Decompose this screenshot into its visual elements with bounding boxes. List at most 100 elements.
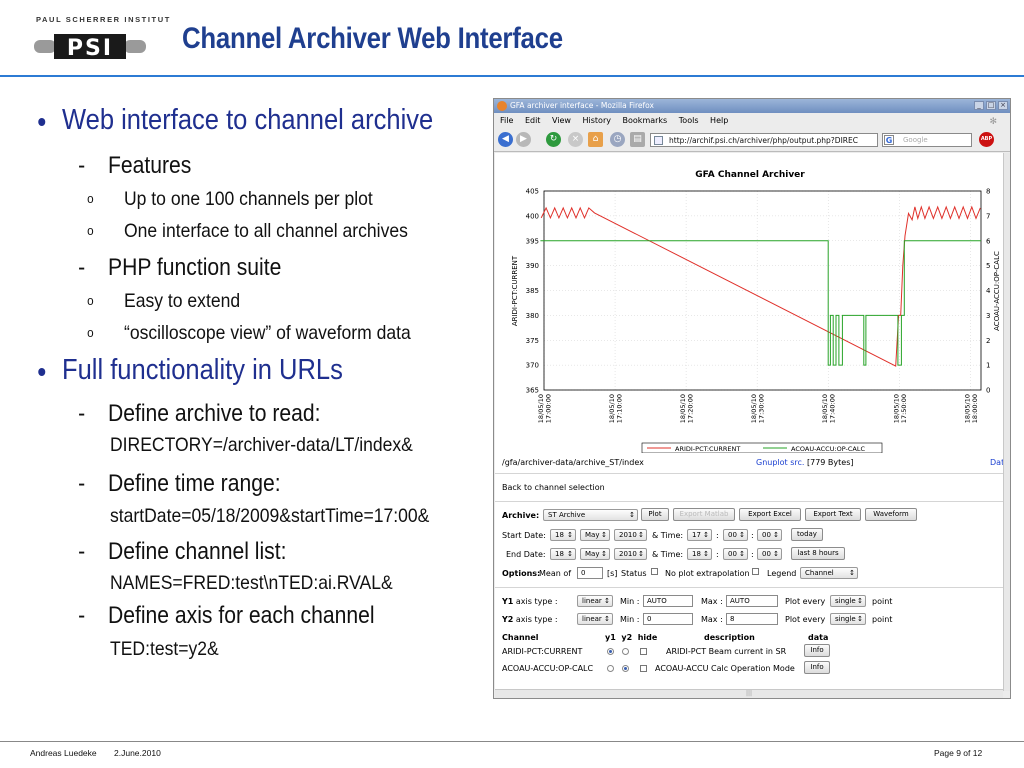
last-8-hours-button[interactable]: last 8 hours xyxy=(791,547,845,560)
y1-radio[interactable] xyxy=(607,665,614,672)
y2-min-input[interactable]: 0 xyxy=(643,613,693,625)
x-tick-time: 18:00:00 xyxy=(971,394,979,423)
end-second-select[interactable]: 00 xyxy=(757,548,782,560)
y1-tick-label: 405 xyxy=(526,188,539,196)
start-hour-select[interactable]: 17 xyxy=(687,529,712,541)
horizontal-scrollbar[interactable]: ||| xyxy=(495,689,1003,698)
end-minute-select[interactable]: 00 xyxy=(723,548,748,560)
forward-icon[interactable]: ▶ xyxy=(516,132,531,147)
mean-of-label: Mean of xyxy=(539,569,572,578)
today-button[interactable]: today xyxy=(791,528,823,541)
url-bar[interactable]: http://archif.psi.ch/archiver/php/output… xyxy=(650,133,878,147)
x-tick-label: 18/05/10 17:20:00 xyxy=(679,394,695,423)
y2-plot-every-select[interactable]: single xyxy=(830,613,866,625)
y1-min-input[interactable]: AUTO xyxy=(643,595,693,607)
channel-description: ARIDI-PCT Beam current in SR xyxy=(666,647,787,656)
start-second-select[interactable]: 00 xyxy=(757,529,782,541)
bullet-text: “oscilloscope view” of waveform data xyxy=(124,322,411,344)
menu-file[interactable]: File xyxy=(500,116,513,125)
legend-select[interactable]: Channel xyxy=(800,567,858,579)
export-matlab-button[interactable]: Export Matlab xyxy=(673,508,735,521)
y2-tick-label: 7 xyxy=(986,212,990,220)
archive-select[interactable]: ST Archive xyxy=(543,509,638,521)
footer-date: 2.June.2010 xyxy=(114,748,161,758)
status-checkbox[interactable] xyxy=(651,568,658,575)
sub-bullet-archive: - Define archive to read: xyxy=(78,400,320,428)
y1-tick-label: 375 xyxy=(526,337,539,345)
start-minute-select[interactable]: 00 xyxy=(723,529,748,541)
y2-tick-label: 3 xyxy=(986,312,990,320)
menu-tools[interactable]: Tools xyxy=(679,116,699,125)
start-day-select[interactable]: 18 xyxy=(550,529,576,541)
maximize-icon[interactable]: □ xyxy=(986,101,996,110)
chart-title: GFA Channel Archiver xyxy=(695,170,805,180)
y2-tick-label: 8 xyxy=(986,188,990,196)
menu-edit[interactable]: Edit xyxy=(525,116,541,125)
y2-radio[interactable] xyxy=(622,648,629,655)
y1-axis-ticks: 365 370 375 380 385 390 395 400 405 xyxy=(526,188,539,395)
y1-tick-label: 385 xyxy=(526,287,539,295)
y1-tick-label: 365 xyxy=(526,387,539,395)
y1-tick-label: 390 xyxy=(526,262,539,270)
bullet-text: Define axis for each channel xyxy=(108,602,375,629)
back-to-channel-selection-link[interactable]: Back to channel selection xyxy=(502,483,605,492)
waveform-button[interactable]: Waveform xyxy=(865,508,917,521)
menu-view[interactable]: View xyxy=(552,116,571,125)
end-day-select[interactable]: 18 xyxy=(550,548,576,560)
bullet-text: One interface to all channel archives xyxy=(124,220,408,242)
y1-radio[interactable] xyxy=(607,648,614,655)
x-tick-label: 18/05/10 17:50:00 xyxy=(892,394,908,423)
menu-help[interactable]: Help xyxy=(710,116,728,125)
minimize-icon[interactable]: _ xyxy=(974,101,984,110)
item-one-interface: o One interface to all channel archives xyxy=(87,220,408,243)
start-year-select[interactable]: 2010 xyxy=(614,529,647,541)
dash-marker: - xyxy=(78,470,86,497)
y1-axis-type-select[interactable]: linear xyxy=(577,595,613,607)
search-box[interactable]: G Google xyxy=(882,133,972,147)
y2-max-input[interactable]: 8 xyxy=(726,613,778,625)
history-icon[interactable]: ◷ xyxy=(610,132,625,147)
web-page-content: GFA Channel Archiver 365 370 375 380 385 390 3… xyxy=(495,153,1003,691)
y2-axis-type-select[interactable]: linear xyxy=(577,613,613,625)
mean-input[interactable]: 0 xyxy=(577,567,603,579)
home-icon[interactable]: ⌂ xyxy=(588,132,603,147)
start-time-label: & Time: xyxy=(652,531,684,540)
hide-checkbox[interactable] xyxy=(640,648,647,655)
hide-checkbox[interactable] xyxy=(640,665,647,672)
y2-radio[interactable] xyxy=(622,665,629,672)
info-button[interactable]: Info xyxy=(804,644,830,657)
url-text: http://archif.psi.ch/archiver/php/output… xyxy=(669,136,858,145)
bullet-text: Define time range: xyxy=(108,470,281,497)
legend-current: ARIDI-PCT:CURRENT xyxy=(675,445,740,453)
y2-axis-type-label: Y2 axis type : xyxy=(502,615,558,624)
start-month-select[interactable]: May xyxy=(580,529,610,541)
menu-bookmarks[interactable]: Bookmarks xyxy=(623,116,668,125)
menu-history[interactable]: History xyxy=(583,116,611,125)
reload-icon[interactable]: ↻ xyxy=(546,132,561,147)
code-axis: TED:test=y2& xyxy=(110,638,219,660)
y1-max-input[interactable]: AUTO xyxy=(726,595,778,607)
y2-min-label: Min : xyxy=(620,615,640,624)
vertical-scrollbar[interactable] xyxy=(1003,153,1010,691)
info-button[interactable]: Info xyxy=(804,661,830,674)
end-year-select[interactable]: 2010 xyxy=(614,548,647,560)
close-icon[interactable]: × xyxy=(998,101,1008,110)
no-extrapolation-checkbox[interactable] xyxy=(752,568,759,575)
plot-button[interactable]: Plot xyxy=(641,508,669,521)
gnuplot-source-link[interactable]: Gnuplot src. xyxy=(756,458,804,467)
export-excel-button[interactable]: Export Excel xyxy=(739,508,801,521)
x-tick-label: 18/05/10 18:00:00 xyxy=(963,394,979,423)
y1-plot-every-select[interactable]: single xyxy=(830,595,866,607)
channel-description: ACOAU-ACCU Calc Operation Mode xyxy=(655,664,795,673)
end-month-select[interactable]: May xyxy=(580,548,610,560)
y1-tick-label: 395 xyxy=(526,237,539,245)
print-icon[interactable]: ▤ xyxy=(630,132,645,147)
stop-icon[interactable]: × xyxy=(568,132,583,147)
firefox-window: GFA archiver interface - Mozilla Firefox… xyxy=(493,98,1011,699)
end-hour-select[interactable]: 18 xyxy=(687,548,712,560)
back-icon[interactable]: ◀ xyxy=(498,132,513,147)
export-text-button[interactable]: Export Text xyxy=(805,508,861,521)
y1-max-label: Max : xyxy=(701,597,723,606)
adblock-icon[interactable]: ABP xyxy=(979,132,994,147)
data-link[interactable]: Data xyxy=(990,458,1003,467)
